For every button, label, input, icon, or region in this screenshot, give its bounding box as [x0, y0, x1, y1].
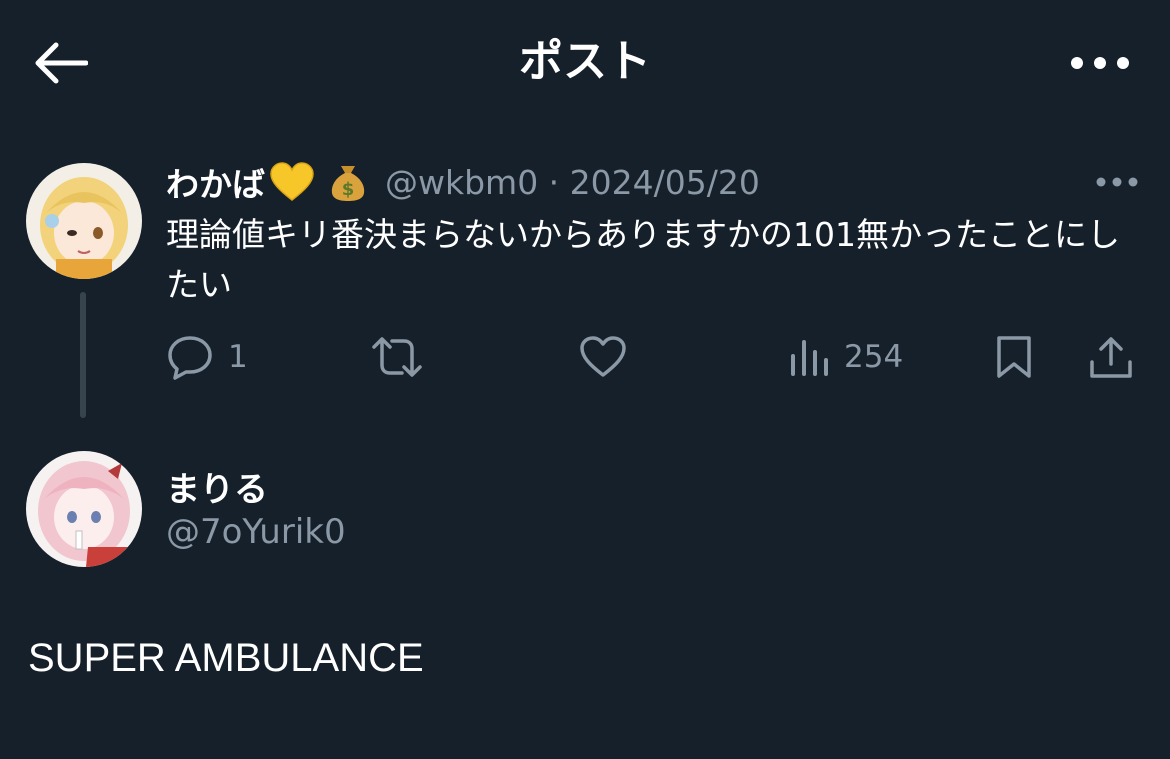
thread-connector-line [80, 292, 86, 418]
retweet-icon [372, 337, 422, 377]
like-button[interactable] [578, 330, 642, 384]
avatar[interactable] [26, 163, 142, 279]
author-handle-and-date[interactable]: @wkbm0 · 2024/05/20 [385, 163, 760, 202]
more-options-button[interactable] [1060, 38, 1140, 88]
bookmark-icon [997, 336, 1031, 378]
heart-icon [580, 336, 626, 377]
share-icon [1090, 337, 1132, 378]
tweet-text: 理論値キリ番決まらないからありますかの101無かったことにしたい [166, 215, 1120, 304]
reply-author-name[interactable]: まりる [166, 462, 268, 511]
avatar[interactable] [26, 451, 142, 567]
reply-button[interactable]: 1 [166, 330, 248, 384]
more-horizontal-icon [1071, 57, 1129, 69]
tweet-header: わかば $ @wkbm0 · 2024/05/20 [166, 158, 760, 206]
share-button[interactable] [1088, 330, 1134, 384]
view-count: 254 [844, 339, 904, 375]
page-title: ポスト [519, 36, 651, 87]
views-button[interactable]: 254 [788, 330, 903, 384]
tweet-more-button[interactable] [1092, 164, 1142, 200]
more-horizontal-icon [1096, 177, 1138, 187]
bookmark-button[interactable] [994, 330, 1034, 384]
retweet-button[interactable] [370, 330, 438, 384]
reply-text: SUPER AMBULANCE [28, 636, 424, 680]
reply-author-handle[interactable]: @7oYurik0 [166, 512, 346, 552]
tweet-actions: 1 254 [166, 330, 1146, 384]
money-bag-icon: $ [329, 162, 367, 202]
yellow-heart-icon [269, 162, 315, 202]
svg-text:$: $ [342, 179, 355, 200]
reply-icon [168, 336, 212, 380]
author-name[interactable]: わかば [166, 158, 265, 206]
bar-chart-icon [791, 340, 828, 376]
top-bar: ポスト [0, 0, 1170, 130]
reply-count: 1 [228, 339, 248, 375]
